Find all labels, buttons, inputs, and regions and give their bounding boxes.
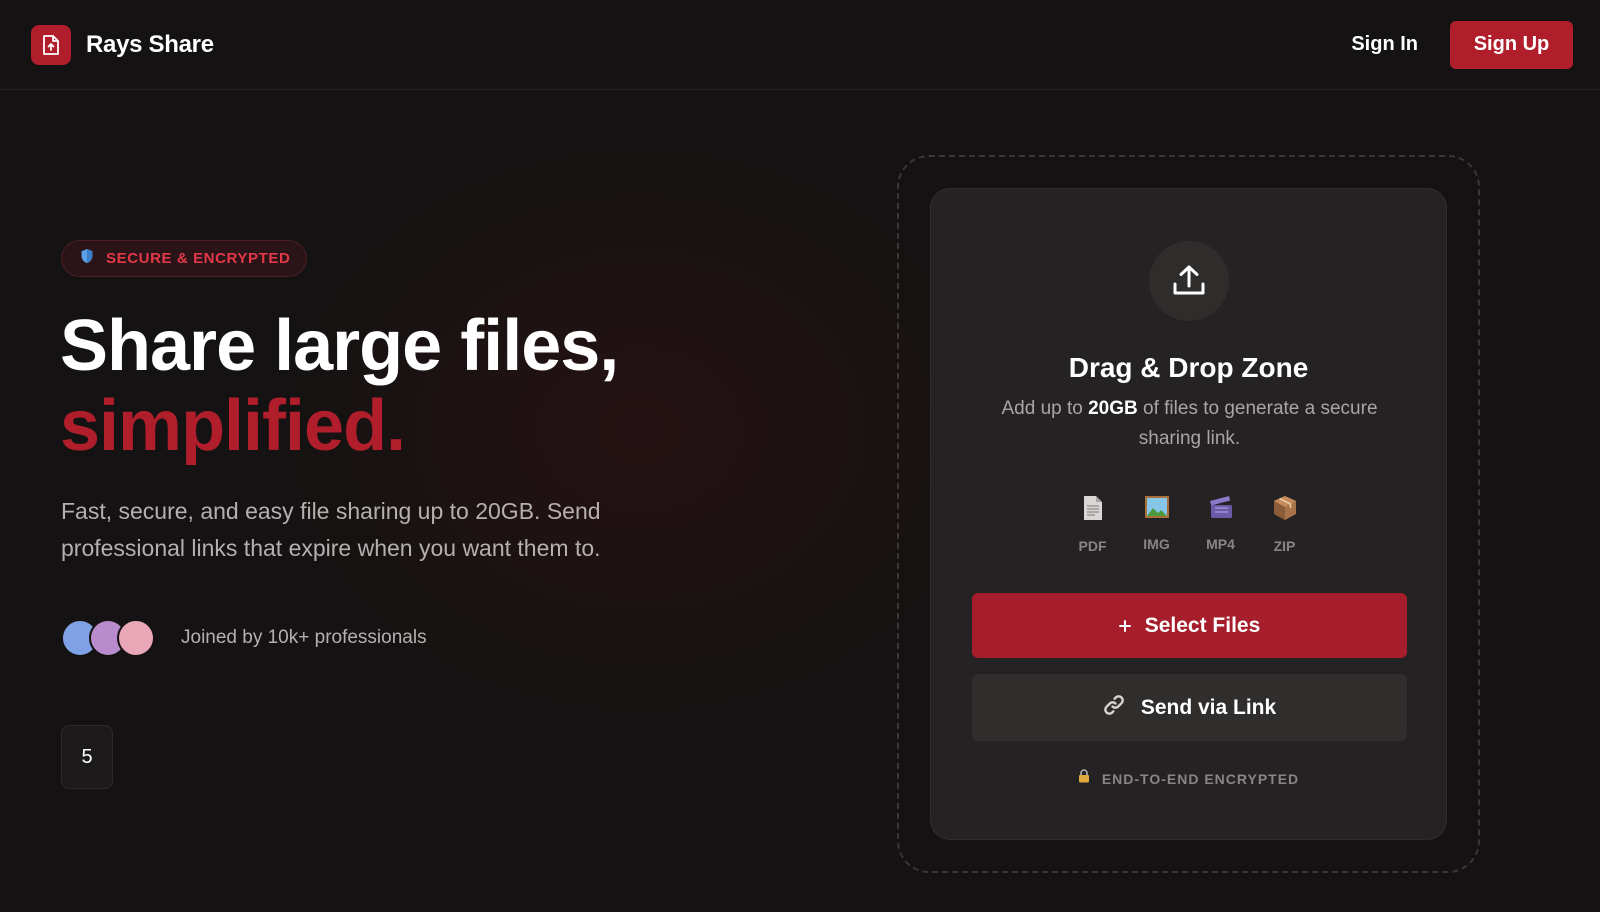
drop-zone-description: Add up to 20GB of files to generate a se… xyxy=(971,394,1408,454)
nav-actions: Sign In Sign Up xyxy=(1351,20,1573,69)
badge-text: SECURE & ENCRYPTED xyxy=(106,250,291,267)
send-via-link-button[interactable]: Send via Link xyxy=(972,674,1407,741)
security-badge: SECURE & ENCRYPTED xyxy=(61,240,308,277)
desc-prefix: Add up to xyxy=(1001,398,1089,419)
file-type-zip: ZIP xyxy=(1268,495,1302,554)
file-type-img: IMG xyxy=(1140,495,1174,554)
encryption-note: END-TO-END ENCRYPTED xyxy=(931,769,1446,788)
file-type-list: PDF IMG MP4 ZIP xyxy=(931,495,1446,554)
file-type-label: PDF xyxy=(1078,538,1107,554)
select-files-label: Select Files xyxy=(1144,613,1261,637)
file-upload-icon xyxy=(31,24,71,65)
headline-line-1: Share large files, xyxy=(60,306,619,386)
brand-name: Rays Share xyxy=(86,30,214,58)
social-proof-text: Joined by 10k+ professionals xyxy=(181,627,427,648)
file-type-pdf: PDF xyxy=(1076,495,1110,554)
sign-in-link[interactable]: Sign In xyxy=(1351,33,1418,56)
file-type-label: MP4 xyxy=(1206,536,1235,552)
avatar-stack xyxy=(61,619,155,657)
encryption-note-text: END-TO-END ENCRYPTED xyxy=(1101,770,1300,787)
file-type-label: IMG xyxy=(1143,536,1170,552)
clapper-icon xyxy=(1208,495,1234,524)
counter-box[interactable]: 5 xyxy=(61,725,113,789)
plus-icon xyxy=(1118,614,1131,638)
lock-icon xyxy=(1078,769,1090,788)
hero-description: Fast, secure, and easy file sharing up t… xyxy=(61,498,601,561)
headline-accent: simplified. xyxy=(60,386,406,466)
top-navbar: Rays Share Sign In Sign Up xyxy=(0,0,1600,90)
upload-icon xyxy=(1149,241,1229,321)
link-icon xyxy=(1103,694,1125,722)
sign-up-button[interactable]: Sign Up xyxy=(1450,20,1573,69)
desc-highlight: 20GB xyxy=(1088,398,1138,419)
page-title: Share large files, simplified. xyxy=(60,306,619,466)
upload-card[interactable]: Drag & Drop Zone Add up to 20GB of files… xyxy=(930,188,1447,840)
file-type-label: ZIP xyxy=(1273,538,1296,554)
select-files-button[interactable]: Select Files xyxy=(972,593,1407,658)
image-icon xyxy=(1144,495,1170,524)
package-icon xyxy=(1272,495,1298,526)
desc-suffix: of files to generate a secure sharing li… xyxy=(1137,398,1378,449)
social-proof: Joined by 10k+ professionals xyxy=(61,619,427,657)
avatar xyxy=(117,619,155,657)
brand[interactable]: Rays Share xyxy=(31,24,214,65)
drop-zone-title: Drag & Drop Zone xyxy=(1068,352,1309,383)
file-type-mp4: MP4 xyxy=(1204,495,1238,554)
shield-icon xyxy=(80,248,94,269)
send-via-link-label: Send via Link xyxy=(1140,695,1277,719)
document-icon xyxy=(1083,495,1103,526)
